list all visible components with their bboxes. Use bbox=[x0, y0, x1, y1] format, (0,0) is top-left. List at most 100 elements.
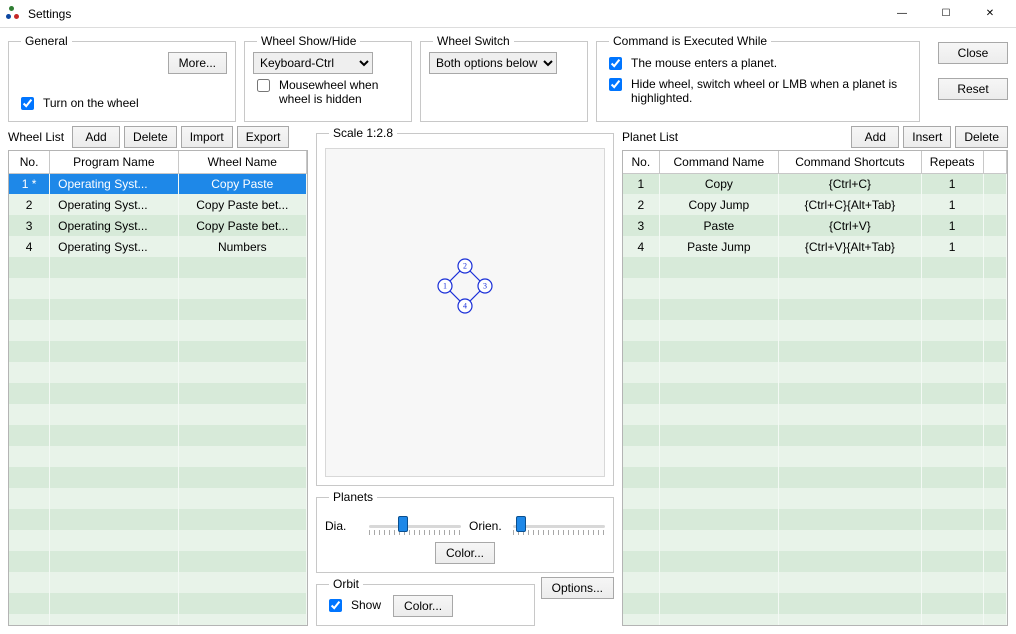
table-row bbox=[623, 551, 1007, 572]
options-button[interactable]: Options... bbox=[541, 577, 614, 599]
table-row bbox=[623, 446, 1007, 467]
table-row[interactable]: 2Operating Syst...Copy Paste bet... bbox=[9, 194, 307, 215]
table-row bbox=[623, 467, 1007, 488]
table-row bbox=[623, 362, 1007, 383]
window-minimize-button[interactable]: — bbox=[880, 0, 924, 27]
wheel-delete-button[interactable]: Delete bbox=[124, 126, 177, 148]
wheel-col-no[interactable]: No. bbox=[9, 151, 50, 173]
planet-col-spare[interactable] bbox=[983, 151, 1006, 173]
exec-opt1-input[interactable] bbox=[609, 57, 622, 70]
table-row bbox=[9, 488, 307, 509]
wheel-import-button[interactable]: Import bbox=[181, 126, 233, 148]
show-hide-combo[interactable]: Keyboard-Ctrl bbox=[253, 52, 373, 74]
table-row[interactable]: 3Operating Syst...Copy Paste bet... bbox=[9, 215, 307, 236]
svg-text:1: 1 bbox=[443, 282, 447, 291]
orientation-label: Orien. bbox=[469, 519, 505, 533]
table-row bbox=[623, 341, 1007, 362]
table-row bbox=[9, 593, 307, 614]
diameter-label: Dia. bbox=[325, 519, 361, 533]
command-executed-group: Command is Executed While The mouse ente… bbox=[596, 34, 920, 122]
window-title: Settings bbox=[28, 7, 880, 21]
wheel-preview-canvas[interactable]: 2 3 4 1 bbox=[325, 148, 605, 477]
exec-opt2-label: Hide wheel, switch wheel or LMB when a p… bbox=[631, 77, 911, 105]
orbit-show-input[interactable] bbox=[329, 599, 342, 612]
planet-list-table[interactable]: No. Command Name Command Shortcuts Repea… bbox=[622, 150, 1008, 626]
close-button[interactable]: Close bbox=[938, 42, 1008, 64]
orbit-show-label: Show bbox=[351, 598, 381, 612]
planet-add-button[interactable]: Add bbox=[851, 126, 899, 148]
table-row bbox=[9, 509, 307, 530]
table-row bbox=[623, 404, 1007, 425]
table-row[interactable]: 1Copy{Ctrl+C}1 bbox=[623, 173, 1007, 194]
table-row bbox=[623, 593, 1007, 614]
turn-on-wheel-label: Turn on the wheel bbox=[43, 96, 139, 110]
planet-col-no[interactable]: No. bbox=[623, 151, 659, 173]
mousewheel-hidden-checkbox[interactable]: Mousewheel when wheel is hidden bbox=[253, 78, 403, 106]
table-row bbox=[623, 278, 1007, 299]
table-row bbox=[9, 446, 307, 467]
planet-delete-button[interactable]: Delete bbox=[955, 126, 1008, 148]
window-maximize-button[interactable]: ☐ bbox=[924, 0, 968, 27]
planet-insert-button[interactable]: Insert bbox=[903, 126, 951, 148]
planet-col-short[interactable]: Command Shortcuts bbox=[779, 151, 922, 173]
table-row[interactable]: 4Paste Jump{Ctrl+V}{Alt+Tab}1 bbox=[623, 236, 1007, 257]
table-row bbox=[9, 299, 307, 320]
general-group: General More... Turn on the wheel bbox=[8, 34, 236, 122]
table-row bbox=[9, 425, 307, 446]
table-row bbox=[623, 257, 1007, 278]
turn-on-wheel-checkbox[interactable]: Turn on the wheel bbox=[17, 96, 227, 113]
table-row bbox=[9, 320, 307, 341]
wheel-show-hide-legend: Wheel Show/Hide bbox=[257, 34, 360, 48]
table-row bbox=[623, 425, 1007, 446]
diameter-slider[interactable] bbox=[369, 516, 461, 536]
planet-col-rep[interactable]: Repeats bbox=[921, 151, 983, 173]
planet-list-label: Planet List bbox=[622, 130, 678, 144]
table-row bbox=[623, 488, 1007, 509]
table-row bbox=[9, 404, 307, 425]
orbit-legend: Orbit bbox=[329, 577, 363, 591]
table-row[interactable]: 2Copy Jump{Ctrl+C}{Alt+Tab}1 bbox=[623, 194, 1007, 215]
window-close-button[interactable]: ✕ bbox=[968, 0, 1012, 27]
planets-color-button[interactable]: Color... bbox=[435, 542, 495, 564]
planets-group: Planets Dia. Orien. Color... bbox=[316, 490, 614, 573]
mousewheel-hidden-input[interactable] bbox=[257, 79, 270, 92]
table-row[interactable]: 4Operating Syst...Numbers bbox=[9, 236, 307, 257]
planet-list-panel: Planet List Add Insert Delete No. Comman… bbox=[622, 126, 1008, 626]
general-legend: General bbox=[21, 34, 72, 48]
wheel-list-table[interactable]: No. Program Name Wheel Name 1 *Operating… bbox=[8, 150, 308, 626]
table-row bbox=[623, 509, 1007, 530]
orientation-slider[interactable] bbox=[513, 516, 605, 536]
planet-col-cmd[interactable]: Command Name bbox=[659, 151, 778, 173]
table-row bbox=[9, 551, 307, 572]
exec-opt2-input[interactable] bbox=[609, 78, 622, 91]
exec-opt1-checkbox[interactable]: The mouse enters a planet. bbox=[605, 56, 911, 73]
exec-opt2-checkbox[interactable]: Hide wheel, switch wheel or LMB when a p… bbox=[605, 77, 911, 105]
wheel-export-button[interactable]: Export bbox=[237, 126, 290, 148]
table-row bbox=[9, 383, 307, 404]
app-icon bbox=[6, 6, 22, 22]
orbit-show-checkbox[interactable]: Show bbox=[325, 598, 381, 615]
titlebar: Settings — ☐ ✕ bbox=[0, 0, 1016, 28]
turn-on-wheel-input[interactable] bbox=[21, 97, 34, 110]
wheel-list-label: Wheel List bbox=[8, 130, 64, 144]
scale-legend: Scale 1:2.8 bbox=[329, 126, 397, 140]
reset-button[interactable]: Reset bbox=[938, 78, 1008, 100]
svg-text:3: 3 bbox=[483, 282, 487, 291]
more-button[interactable]: More... bbox=[168, 52, 227, 74]
wheel-switch-legend: Wheel Switch bbox=[433, 34, 514, 48]
wheel-switch-combo[interactable]: Both options below bbox=[429, 52, 557, 74]
table-row bbox=[9, 572, 307, 593]
table-row[interactable]: 3Paste{Ctrl+V}1 bbox=[623, 215, 1007, 236]
orbit-group: Orbit Show Color... bbox=[316, 577, 535, 626]
wheel-col-wheel[interactable]: Wheel Name bbox=[178, 151, 306, 173]
table-row[interactable]: 1 *Operating Syst...Copy Paste bbox=[9, 173, 307, 194]
table-row bbox=[9, 530, 307, 551]
orbit-color-button[interactable]: Color... bbox=[393, 595, 453, 617]
scale-group: Scale 1:2.8 2 3 4 bbox=[316, 126, 614, 486]
exec-opt1-label: The mouse enters a planet. bbox=[631, 56, 777, 70]
command-executed-legend: Command is Executed While bbox=[609, 34, 771, 48]
svg-text:2: 2 bbox=[463, 262, 467, 271]
table-row bbox=[9, 257, 307, 278]
wheel-add-button[interactable]: Add bbox=[72, 126, 120, 148]
wheel-col-program[interactable]: Program Name bbox=[50, 151, 178, 173]
